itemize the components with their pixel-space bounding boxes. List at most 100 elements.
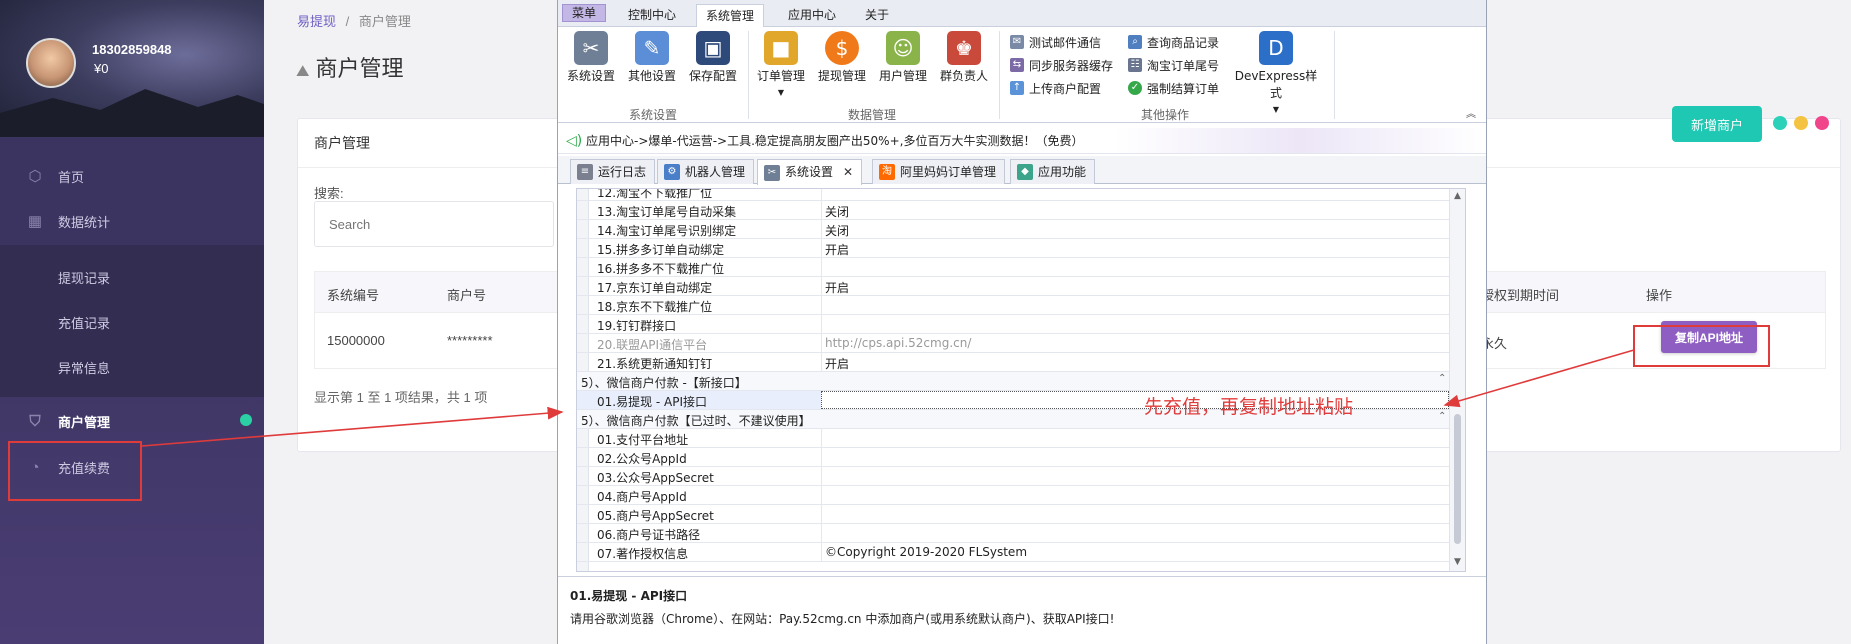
avatar[interactable] <box>26 38 76 88</box>
row-key: 01.支付平台地址 <box>597 433 689 447</box>
scrollbar-thumb[interactable] <box>1454 414 1461 544</box>
row-key: 01.易提现 - API接口 <box>597 395 708 409</box>
tools-icon: ✂ <box>574 31 608 65</box>
taobao-order-tail-button[interactable]: ☷ 淘宝订单尾号 <box>1128 55 1219 75</box>
other-settings-button[interactable]: ✎ 其他设置 <box>623 31 681 84</box>
chevron-up-icon[interactable]: ︽ <box>1466 105 1476 120</box>
row-value: 开启 <box>825 243 850 257</box>
grid-row[interactable]: 05.商户号AppSecret <box>577 505 1449 524</box>
area-chart-icon: ⛰ <box>296 63 310 80</box>
description-title: 01.易提现 - API接口 <box>570 589 688 603</box>
mail-icon: ✉ <box>1010 35 1024 49</box>
button-label: 其他设置 <box>627 69 676 83</box>
table-footer-info: 显示第 1 至 1 项结果，共 1 项 <box>314 390 488 405</box>
grid-row[interactable]: 06.商户号证书路径 <box>577 524 1449 543</box>
withdraw-management-button[interactable]: $ 提现管理 <box>813 31 871 84</box>
order-management-button[interactable]: ■ 订单管理 ▼ <box>752 31 810 98</box>
breadcrumb: 易提现 / 商户管理 <box>297 11 411 30</box>
ribbon: ✂ 系统设置 ✎ 其他设置 ▣ 保存配置 系统设置 ■ 订单管理 ▼ $ 提现管… <box>558 27 1486 123</box>
tab-app-center[interactable]: 应用中心 <box>779 4 845 27</box>
vertical-scrollbar[interactable]: ▲ ▼ <box>1449 189 1465 571</box>
api-url-input[interactable] <box>821 391 1449 409</box>
ribbon-separator <box>1334 31 1335 119</box>
grid-row[interactable]: 12.淘宝不下载推广位 <box>577 189 1449 201</box>
notice-bar[interactable]: ◁) 应用中心->爆单-代运营->工具.稳定提高朋友圈产出50%+,多位百万大牛… <box>558 128 1486 154</box>
button-label: 用户管理 <box>878 69 927 83</box>
sidebar-item-stats[interactable]: ▦ 数据统计 <box>0 201 264 241</box>
sidebar-item-exceptions[interactable]: 异常信息 <box>0 347 264 387</box>
group-leader-button[interactable]: ♚ 群负责人 <box>935 31 993 84</box>
row-value: ©Copyright 2019-2020 FLSystem <box>825 545 1028 559</box>
breadcrumb-home-link[interactable]: 易提现 <box>297 14 336 29</box>
grid-row[interactable]: 01.支付平台地址 <box>577 429 1449 448</box>
notice-text: 应用中心->爆单-代运营->工具.稳定提高朋友圈产出50%+,多位百万大牛实测数… <box>586 134 1084 148</box>
tab-system-management[interactable]: 系统管理 <box>696 4 765 27</box>
button-label: 淘宝订单尾号 <box>1147 58 1220 73</box>
tab-menu[interactable]: 菜单 <box>562 4 607 22</box>
column-header-id[interactable]: 系统编号 <box>327 285 379 304</box>
grid-row[interactable]: 16.拼多多不下载推广位 <box>577 258 1449 277</box>
scroll-down-icon[interactable]: ▼ <box>1454 557 1461 567</box>
row-key: 17.京东订单自动绑定 <box>597 281 713 295</box>
grid-category-row[interactable]: 5）、微信商户付款 -【新接口】 ⌃ <box>577 372 1449 391</box>
grid-row[interactable]: 17.京东订单自动绑定 开启 <box>577 277 1449 296</box>
row-value: 关闭 <box>825 224 850 238</box>
add-merchant-button[interactable]: 新增商户 <box>1672 106 1762 142</box>
person-icon: ♚ <box>947 31 981 65</box>
tab-robot-management[interactable]: ⚙ 机器人管理 <box>657 159 755 184</box>
app-window: 菜单 控制中心 系统管理 应用中心 关于 ✂ 系统设置 ✎ 其他设置 ▣ 保存配… <box>557 0 1487 644</box>
test-mail-button[interactable]: ✉ 测试邮件通信 <box>1010 32 1101 52</box>
document-gear-icon: ✎ <box>635 31 669 65</box>
column-header-merchant[interactable]: 商户号 <box>447 285 486 304</box>
tab-about[interactable]: 关于 <box>856 4 898 27</box>
tab-label: 阿里妈妈订单管理 <box>900 164 997 179</box>
button-label: 强制结算订单 <box>1147 81 1220 96</box>
grid-row[interactable]: 02.公众号AppId <box>577 448 1449 467</box>
collapse-icon[interactable]: ⌃ <box>1438 411 1446 422</box>
grid-row[interactable]: 21.系统更新通知钉钉 开启 <box>577 353 1449 372</box>
grid-row[interactable]: 15.拼多多订单自动绑定 开启 <box>577 239 1449 258</box>
search-input[interactable] <box>314 201 554 247</box>
scroll-up-icon[interactable]: ▲ <box>1454 191 1461 201</box>
grid-row[interactable]: 18.京东不下载推广位 <box>577 296 1449 315</box>
tab-alimama-orders[interactable]: 淘阿里妈妈订单管理 <box>872 159 1006 184</box>
force-settle-button[interactable]: ✓ 强制结算订单 <box>1128 78 1219 98</box>
sidebar-item-recharge-records[interactable]: 充值记录 <box>0 302 264 342</box>
collapse-icon[interactable]: ⌃ <box>1438 373 1446 384</box>
grid-row[interactable]: 07.著作授权信息 ©Copyright 2019-2020 FLSystem <box>577 543 1449 562</box>
user-management-button[interactable]: ☺ 用户管理 <box>874 31 932 84</box>
grid-row[interactable]: 13.淘宝订单尾号自动采集 关闭 <box>577 201 1449 220</box>
tab-app-functions[interactable]: ◆ 应用功能 <box>1010 159 1096 184</box>
grid-row[interactable]: 14.淘宝订单尾号识别绑定 关闭 <box>577 220 1449 239</box>
sidebar-item-merchants[interactable]: ⛉ 商户管理 <box>0 401 264 441</box>
column-header-expire[interactable]: 授权到期时间 <box>1481 285 1559 304</box>
save-config-button[interactable]: ▣ 保存配置 <box>684 31 742 84</box>
system-settings-button[interactable]: ✂ 系统设置 <box>562 31 620 84</box>
sync-cache-button[interactable]: ⇆ 同步服务器缓存 <box>1010 55 1113 75</box>
upload-config-button[interactable]: ↑ 上传商户配置 <box>1010 78 1101 98</box>
button-label: 测试邮件通信 <box>1029 35 1102 50</box>
devexpress-style-button[interactable]: D DevExpress样式 ▼ <box>1230 31 1322 115</box>
tab-system-settings[interactable]: ✂ 系统设置 ✕ <box>757 159 863 185</box>
grid-row[interactable]: 03.公众号AppSecret <box>577 467 1449 486</box>
tab-control-center[interactable]: 控制中心 <box>619 4 685 27</box>
ribbon-group-label: 系统设置 <box>629 108 678 122</box>
grid-row[interactable]: 04.商户号AppId <box>577 486 1449 505</box>
card-tool-dot-teal[interactable] <box>1773 116 1787 130</box>
card-tool-dot-yellow[interactable] <box>1794 116 1808 130</box>
sync-icon: ⇆ <box>1010 58 1024 72</box>
card-tool-dot-pink[interactable] <box>1815 116 1829 130</box>
tab-label: 应用功能 <box>1038 164 1087 179</box>
tab-run-log[interactable]: ≡ 运行日志 <box>570 159 656 184</box>
grid-row[interactable]: 20.联盟API通信平台 http://cps.api.52cmg.cn/ <box>577 334 1449 353</box>
sidebar-item-home[interactable]: ⬡ 首页 <box>0 156 264 196</box>
user-balance: ¥0 <box>94 61 109 76</box>
grid-row[interactable]: 19.钉钉群接口 <box>577 315 1449 334</box>
shield-icon: ⛉ <box>29 412 41 430</box>
tab-label: 系统设置 <box>785 165 834 179</box>
button-label: 群负责人 <box>939 69 988 83</box>
close-icon[interactable]: ✕ <box>843 161 853 184</box>
query-goods-button[interactable]: ⌕ 查询商品记录 <box>1128 32 1219 52</box>
ribbon-group-label: 数据管理 <box>848 108 897 122</box>
sidebar-item-withdraw-records[interactable]: 提现记录 <box>0 257 264 297</box>
